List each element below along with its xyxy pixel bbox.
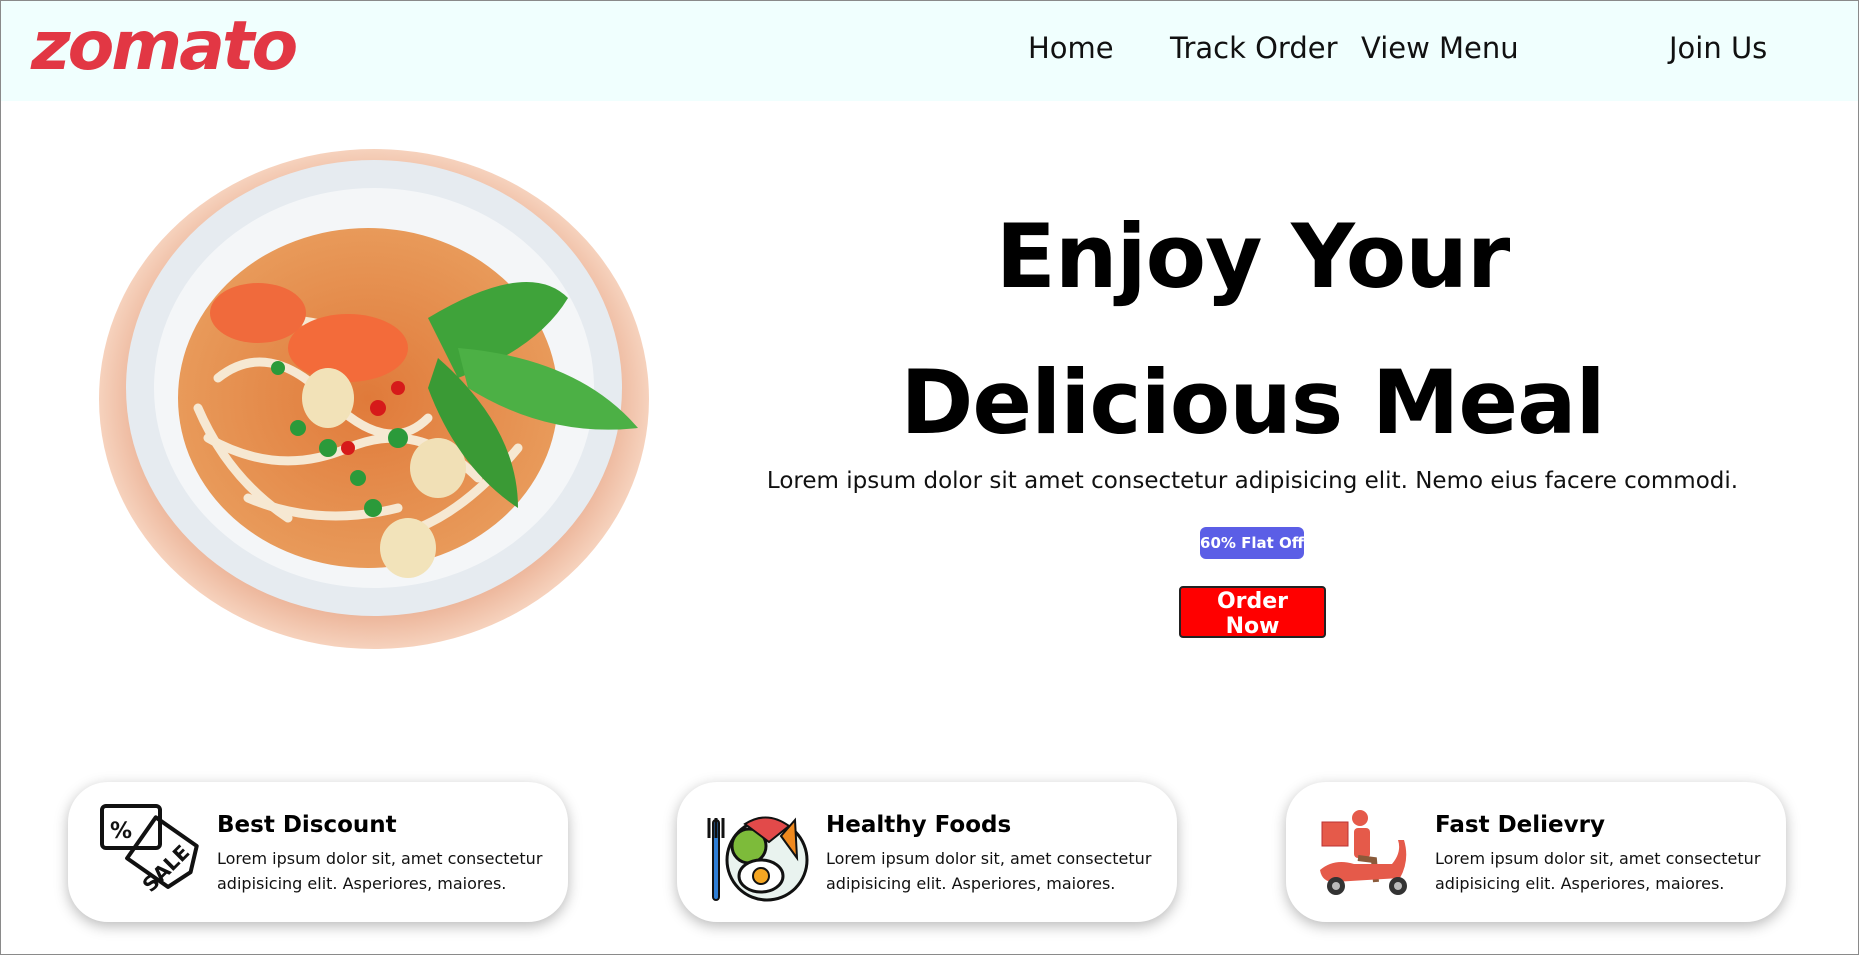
nav-view-menu-link[interactable]: View Menu (1361, 31, 1519, 65)
hero-title-line-2: Delicious Meal (900, 351, 1605, 454)
feature-text: Lorem ipsum dolor sit, amet consectetur … (217, 849, 543, 893)
svg-text:%: % (110, 819, 132, 844)
hero-title: Enjoy Your Delicious Meal (700, 184, 1805, 476)
zomato-logo[interactable]: zomato (31, 7, 298, 86)
feature-text: Lorem ipsum dolor sit, amet consectetur … (1435, 849, 1761, 893)
order-now-button[interactable]: Order Now (1179, 586, 1326, 639)
noodle-soup-image (99, 149, 649, 649)
hero-description: Lorem ipsum dolor sit amet consectetur a… (766, 468, 1739, 494)
site-header: zomato Home Track Order View Menu Join U… (1, 1, 1858, 101)
sale-tag-icon: % SALE (100, 804, 199, 897)
discount-badge: 60% Flat Off (1200, 527, 1304, 559)
feature-card-healthy-foods: Healthy Foods Lorem ipsum dolor sit, ame… (677, 782, 1177, 922)
feature-title: Best Discount (217, 812, 397, 838)
feature-title: Fast Delievry (1435, 812, 1605, 838)
nav-track-order-link[interactable]: Track Order (1170, 31, 1338, 65)
feature-text: Lorem ipsum dolor sit, amet consectetur … (826, 849, 1152, 893)
feature-card-fast-delivery: Fast Delievry Lorem ipsum dolor sit, ame… (1286, 782, 1786, 922)
feature-title: Healthy Foods (826, 812, 1012, 838)
nav-home-link[interactable]: Home (1028, 31, 1114, 65)
hero-title-line-1: Enjoy Your (995, 205, 1511, 308)
feature-card-best-discount: % SALE Best Discount Lorem ipsum dolor s… (68, 782, 568, 922)
healthy-food-plate-icon (707, 816, 809, 902)
delivery-scooter-icon (1320, 810, 1407, 895)
nav-join-us-link[interactable]: Join Us (1669, 31, 1767, 65)
